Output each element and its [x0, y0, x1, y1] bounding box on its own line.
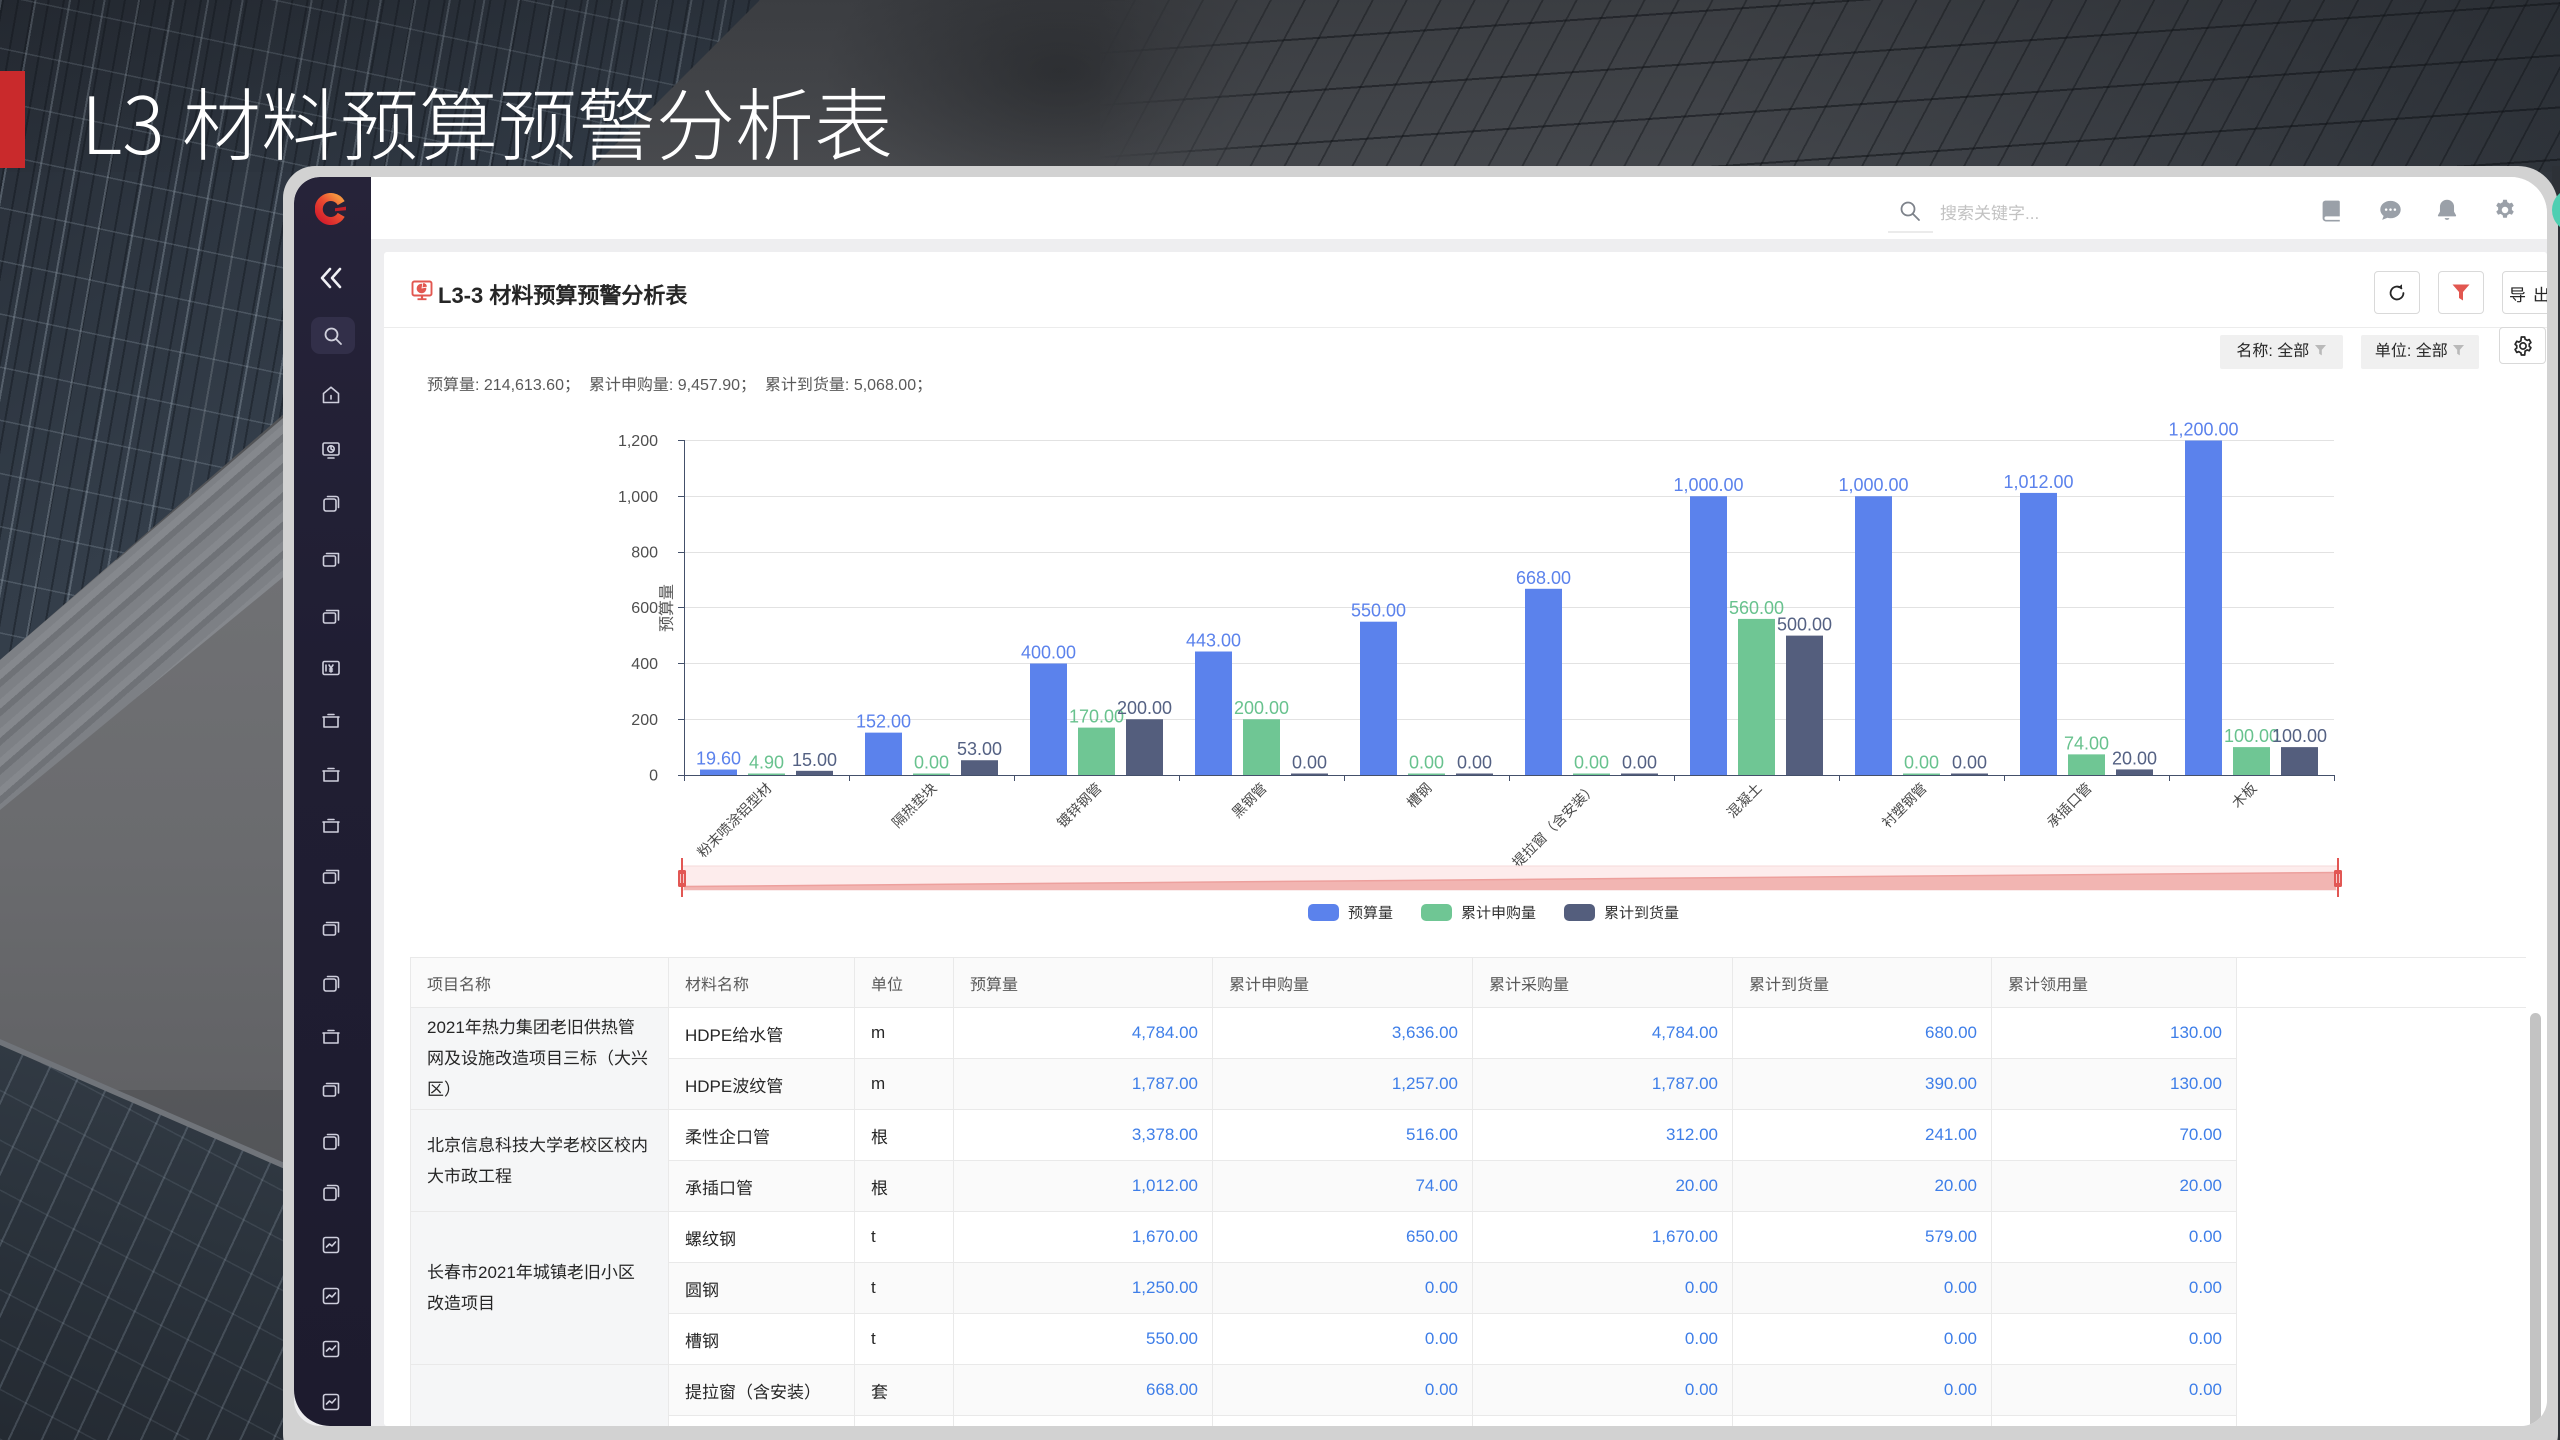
svg-text:800: 800 — [631, 545, 658, 562]
svg-text:0.00: 0.00 — [1409, 753, 1444, 773]
svg-text:200.00: 200.00 — [1234, 698, 1289, 718]
svg-text:1,012.00: 1,012.00 — [2003, 472, 2073, 492]
svg-text:19.60: 19.60 — [696, 749, 741, 769]
svg-text:镀锌钢管: 镀锌钢管 — [1054, 780, 1105, 831]
svg-text:15.00: 15.00 — [792, 750, 837, 770]
svg-text:170.00: 170.00 — [1069, 707, 1124, 727]
svg-text:560.00: 560.00 — [1729, 598, 1784, 618]
svg-text:1,000.00: 1,000.00 — [1838, 475, 1908, 495]
svg-text:53.00: 53.00 — [957, 739, 1002, 759]
svg-text:粉末喷涂铝型材: 粉末喷涂铝型材 — [694, 780, 775, 861]
svg-text:100.00: 100.00 — [2272, 726, 2327, 746]
svg-text:隔热垫块: 隔热垫块 — [889, 780, 940, 831]
svg-text:槽钢: 槽钢 — [1404, 780, 1435, 811]
svg-text:衬塑钢管: 衬塑钢管 — [1879, 780, 1930, 831]
svg-text:0.00: 0.00 — [1904, 753, 1939, 773]
svg-text:600: 600 — [631, 600, 658, 617]
svg-text:黑钢管: 黑钢管 — [1229, 780, 1270, 821]
svg-text:木板: 木板 — [2229, 780, 2260, 811]
svg-text:0: 0 — [649, 768, 658, 785]
svg-text:0.00: 0.00 — [1457, 753, 1492, 773]
svg-text:1,000: 1,000 — [618, 489, 658, 506]
svg-text:0.00: 0.00 — [1622, 753, 1657, 773]
svg-text:4.90: 4.90 — [749, 753, 784, 773]
svg-text:1,200.00: 1,200.00 — [2168, 420, 2238, 440]
svg-text:混凝土: 混凝土 — [1724, 780, 1765, 821]
svg-text:承插口管: 承插口管 — [2044, 780, 2095, 831]
svg-text:20.00: 20.00 — [2112, 748, 2157, 768]
svg-text:0.00: 0.00 — [1292, 753, 1327, 773]
svg-text:100.00: 100.00 — [2224, 726, 2279, 746]
svg-text:0.00: 0.00 — [1952, 753, 1987, 773]
svg-text:668.00: 668.00 — [1516, 568, 1571, 588]
svg-text:200.00: 200.00 — [1117, 698, 1172, 718]
svg-text:预算量: 预算量 — [658, 584, 676, 632]
svg-text:152.00: 152.00 — [856, 712, 911, 732]
svg-text:提拉窗（含安装）: 提拉窗（含安装） — [1509, 780, 1600, 871]
svg-text:1,200: 1,200 — [618, 433, 658, 450]
svg-text:550.00: 550.00 — [1351, 601, 1406, 621]
svg-text:74.00: 74.00 — [2064, 733, 2109, 753]
svg-text:500.00: 500.00 — [1777, 615, 1832, 635]
svg-text:200: 200 — [631, 712, 658, 729]
svg-text:0.00: 0.00 — [914, 753, 949, 773]
svg-text:1,000.00: 1,000.00 — [1673, 475, 1743, 495]
svg-text:400: 400 — [631, 656, 658, 673]
svg-text:443.00: 443.00 — [1186, 631, 1241, 651]
svg-text:0.00: 0.00 — [1574, 753, 1609, 773]
svg-text:400.00: 400.00 — [1021, 643, 1076, 663]
